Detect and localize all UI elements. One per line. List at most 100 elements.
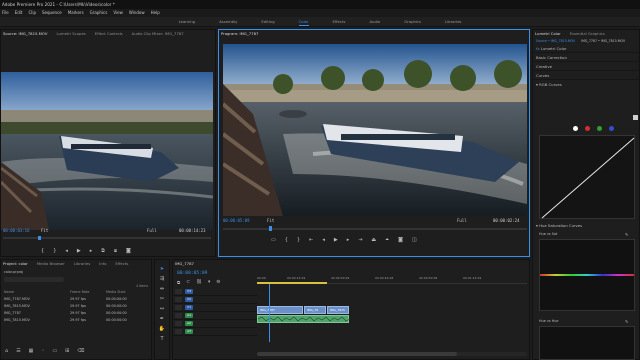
eyedropper-icon[interactable]: ✎ xyxy=(625,232,628,237)
table-row[interactable]: IMG_7787 29.97 fps 00:00:00:00 xyxy=(1,310,151,317)
linked-selection-icon[interactable]: ⛓ xyxy=(196,280,202,286)
slip-tool-icon[interactable]: ↔ xyxy=(160,306,164,312)
safe-margins-icon[interactable]: ▭ xyxy=(271,237,276,243)
lumetri-sequence-clip[interactable]: IMG_7787 • IMG_7815.MOV xyxy=(581,39,625,43)
menu-file[interactable]: File xyxy=(2,9,9,17)
nest-icon[interactable]: ⧉ xyxy=(177,280,180,286)
timeline-playhead[interactable] xyxy=(269,284,270,342)
scrollbar-thumb[interactable] xyxy=(257,352,457,356)
trash-icon[interactable]: ⌫ xyxy=(77,348,84,354)
table-row[interactable]: IMG_7787.MOV 29.97 fps 00:00:00:00 xyxy=(1,296,151,303)
rgb-curves-header[interactable]: ▾ RGB Curves xyxy=(533,80,639,89)
type-tool-icon[interactable]: T xyxy=(160,336,163,342)
channel-green-button[interactable] xyxy=(597,126,602,131)
menu-graphics[interactable]: Graphics xyxy=(90,9,108,17)
menu-sequence[interactable]: Sequence xyxy=(42,9,62,17)
razor-tool-icon[interactable]: ✂ xyxy=(160,296,164,302)
toggle-output-icon[interactable] xyxy=(175,289,182,294)
tab-project[interactable]: Project: color xyxy=(3,260,28,268)
audio-clip[interactable] xyxy=(257,315,351,323)
table-row[interactable]: IMG_7815.MOV 29.97 fps 00:00:00:00 xyxy=(1,303,151,310)
tab-media-browser[interactable]: Media Browser xyxy=(37,260,65,268)
workspace-assembly[interactable]: Assembly xyxy=(219,17,237,26)
toggle-output-icon[interactable] xyxy=(175,305,182,310)
table-row[interactable]: IMG_7815.MOV 29.97 fps 00:00:00:00 xyxy=(1,317,151,324)
workspace-effects[interactable]: Effects xyxy=(333,17,346,26)
timeline-settings-icon[interactable]: ⚙ xyxy=(216,280,220,286)
hand-tool-icon[interactable]: ✋ xyxy=(159,326,165,332)
menu-help[interactable]: Help xyxy=(151,9,160,17)
icon-view-icon[interactable]: ▦ xyxy=(29,348,34,354)
hue-sat-curves-header[interactable]: ▾ Hue Saturation Curves xyxy=(533,221,639,230)
workspace-editing[interactable]: Editing xyxy=(261,17,274,26)
source-video-frame[interactable] xyxy=(1,72,213,230)
tab-essential-graphics[interactable]: Essential Graphics xyxy=(570,30,605,38)
lumetri-source-clip[interactable]: Source • IMG_7815.MOV xyxy=(536,39,575,43)
menu-window[interactable]: Window xyxy=(129,9,145,17)
tab-libraries[interactable]: Libraries xyxy=(74,260,90,268)
rgb-curves-checkbox[interactable] xyxy=(633,115,638,120)
list-view-icon[interactable]: ☰ xyxy=(16,348,20,354)
mute-icon[interactable] xyxy=(175,329,182,334)
new-item-icon[interactable]: ⊞ xyxy=(65,348,69,354)
work-area-bar[interactable] xyxy=(257,282,327,284)
source-full-select[interactable]: Full xyxy=(147,228,157,233)
menu-markers[interactable]: Markers xyxy=(68,9,84,17)
source-fit-select[interactable]: Fit xyxy=(41,228,48,233)
step-back-icon[interactable]: ◂ xyxy=(65,248,68,254)
section-creative[interactable]: Creative xyxy=(533,62,639,71)
tab-lumetri-color[interactable]: Lumetri Color xyxy=(535,30,561,38)
toggle-output-icon[interactable] xyxy=(175,297,182,302)
workspace-audio[interactable]: Audio xyxy=(369,17,380,26)
menu-edit[interactable]: Edit xyxy=(15,9,23,17)
add-marker-icon[interactable]: ▾ xyxy=(208,280,210,286)
project-search-input[interactable] xyxy=(4,277,64,282)
mute-icon[interactable] xyxy=(175,313,182,318)
workspace-learning[interactable]: Learning xyxy=(179,17,195,26)
track-header-v2[interactable]: V2 xyxy=(173,296,257,304)
track-select-tool-icon[interactable]: ⇶ xyxy=(160,276,164,282)
timeline-zoom-scrollbar[interactable] xyxy=(257,352,527,356)
section-basic-correction[interactable]: Basic Correction xyxy=(533,53,639,62)
snap-icon[interactable]: ⊂ xyxy=(186,280,190,286)
video-clip[interactable]: IMG_7787 xyxy=(257,306,303,314)
lumetri-effect-row[interactable]: fx Lumetri Color xyxy=(533,44,639,53)
program-timecode[interactable]: 00:00:05:09 xyxy=(223,218,250,223)
program-video-frame[interactable] xyxy=(223,44,527,216)
selection-tool-icon[interactable]: ➤ xyxy=(160,266,164,272)
timeline-timecode[interactable]: 00:00:05:09 xyxy=(177,271,207,276)
source-playhead[interactable] xyxy=(38,236,41,240)
menu-view[interactable]: View xyxy=(113,9,123,17)
new-bin-icon[interactable]: ▭ xyxy=(52,348,57,354)
insert-icon[interactable]: ⧉ xyxy=(101,248,105,254)
track-header-a2[interactable]: A2 xyxy=(173,320,257,328)
column-media-start[interactable]: Media Start xyxy=(106,289,146,296)
eyedropper-icon[interactable]: ✎ xyxy=(625,319,628,324)
comparison-view-icon[interactable]: ◫ xyxy=(412,237,417,243)
tab-audio-clip-mixer[interactable]: Audio Clip Mixer: IMG_7787 xyxy=(132,30,184,38)
hue-vs-sat-graph[interactable] xyxy=(539,239,635,311)
mark-out-icon[interactable]: } xyxy=(297,237,300,243)
extract-icon[interactable]: ⏶ xyxy=(385,237,389,243)
source-timecode[interactable]: 00:00:03:16 xyxy=(3,228,30,233)
step-forward-icon[interactable]: ▸ xyxy=(347,237,350,243)
program-full-select[interactable]: Full xyxy=(457,218,467,223)
tab-program[interactable]: Program: IMG_7787 xyxy=(221,30,258,38)
step-forward-icon[interactable]: ▸ xyxy=(90,248,93,254)
tab-sequence[interactable]: IMG_7787 xyxy=(175,260,194,268)
mute-icon[interactable] xyxy=(175,321,182,326)
workspace-libraries[interactable]: Libraries xyxy=(445,17,461,26)
channel-white-button[interactable] xyxy=(573,126,578,131)
mark-in-icon[interactable]: { xyxy=(41,248,44,254)
column-name[interactable]: Name xyxy=(4,289,70,296)
track-header-a1[interactable]: A1 xyxy=(173,312,257,320)
overwrite-icon[interactable]: ⧈ xyxy=(114,248,117,254)
lift-icon[interactable]: ⏏ xyxy=(371,237,376,243)
channel-red-button[interactable] xyxy=(585,126,590,131)
track-header-v1[interactable]: V1 xyxy=(173,304,257,312)
workspace-color[interactable]: Color xyxy=(298,17,309,26)
pen-tool-icon[interactable]: ✒ xyxy=(160,316,164,322)
program-fit-select[interactable]: Fit xyxy=(267,218,274,223)
tab-effects[interactable]: Effects xyxy=(115,260,128,268)
lock-icon[interactable]: ⌂ xyxy=(5,348,8,354)
